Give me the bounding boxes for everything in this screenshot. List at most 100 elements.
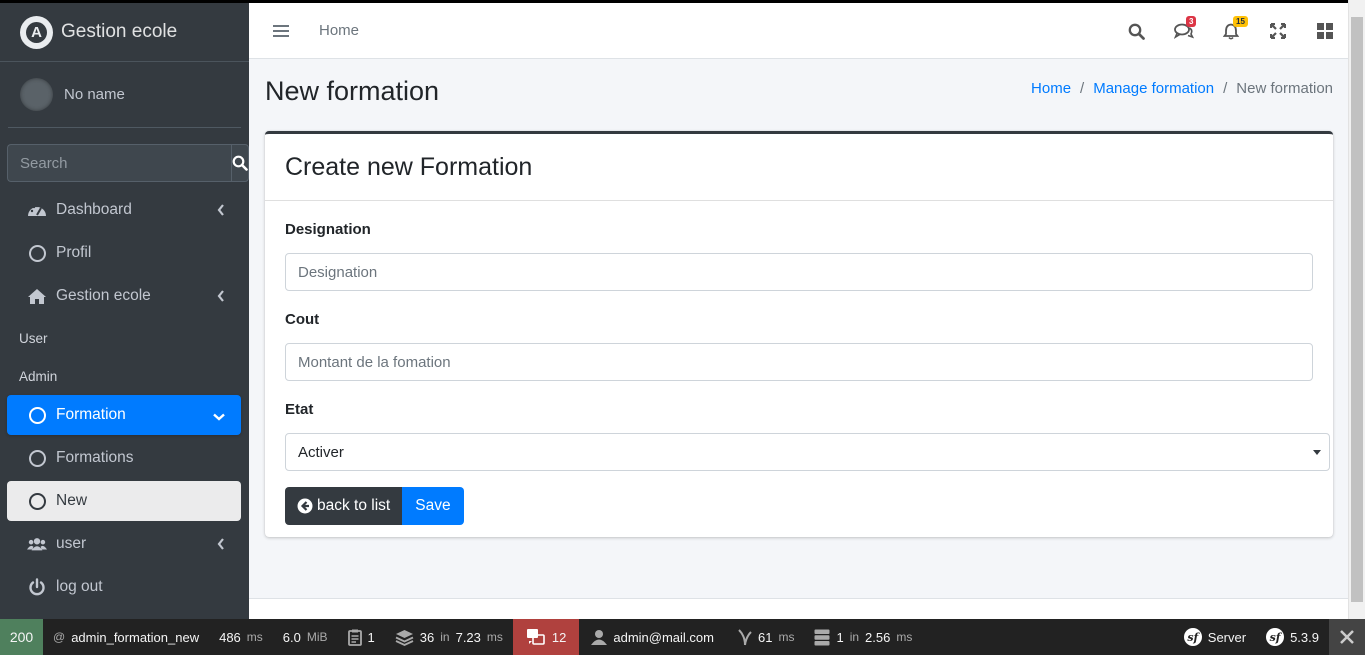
route-name: admin_formation_new bbox=[71, 629, 200, 645]
sf-version[interactable]: sf 5.3.9 bbox=[1256, 619, 1329, 655]
sf-translation[interactable]: 12 bbox=[512, 619, 580, 655]
sf-memory[interactable]: 6.0 MiB bbox=[273, 619, 338, 655]
etat-label: Etat bbox=[285, 401, 314, 418]
circle-icon bbox=[27, 492, 47, 510]
search-button[interactable] bbox=[231, 144, 249, 182]
breadcrumb-manage-formation-link[interactable]: Manage formation bbox=[1093, 80, 1214, 97]
etat-select[interactable]: Activer bbox=[285, 433, 1330, 471]
sidebar-item-label: Formations bbox=[56, 449, 134, 466]
expand-arrows-icon bbox=[1269, 23, 1286, 39]
user-icon bbox=[591, 630, 608, 645]
page-scrollbar[interactable] bbox=[1348, 0, 1365, 619]
close-icon bbox=[1340, 630, 1354, 644]
form-actions: back to list Save bbox=[285, 487, 1313, 525]
circle-icon bbox=[27, 244, 47, 262]
page-title: New formation bbox=[265, 76, 440, 106]
sidebar-item-formations[interactable]: Formations bbox=[7, 438, 241, 478]
sidebar: A Gestion ecole No name Dashboard Profil… bbox=[0, 0, 249, 619]
formation-form-card: Create new Formation Designation Designa… bbox=[265, 131, 1333, 537]
server-stack-icon bbox=[814, 629, 830, 645]
fullscreen-button[interactable] bbox=[1254, 3, 1301, 59]
designation-label: Designation bbox=[285, 221, 371, 238]
symfony-logo-icon: sf bbox=[1266, 628, 1285, 646]
brand-logo-icon: A bbox=[20, 15, 53, 49]
breadcrumb: Home / Manage formation / New formation bbox=[1031, 80, 1333, 97]
sidebar-item-dashboard[interactable]: Dashboard bbox=[7, 190, 241, 230]
breadcrumb-current: New formation bbox=[1236, 80, 1333, 97]
sf-database[interactable]: 36 in 7.23 ms bbox=[385, 619, 513, 655]
circle-icon bbox=[27, 406, 47, 424]
toolbar-close-button[interactable] bbox=[1329, 619, 1365, 655]
messages-button[interactable]: 3 bbox=[1160, 3, 1207, 59]
search-icon bbox=[232, 155, 248, 171]
breadcrumb-home-link[interactable]: Home bbox=[1031, 80, 1071, 97]
breadcrumb-separator: / bbox=[1223, 80, 1228, 97]
navbar-search-button[interactable] bbox=[1113, 3, 1160, 59]
sidebar-item-user[interactable]: user bbox=[7, 524, 241, 564]
sidebar-item-label: Formation bbox=[56, 406, 126, 423]
save-button[interactable]: Save bbox=[402, 487, 464, 525]
sidebar-item-label: Gestion ecole bbox=[56, 287, 151, 304]
circle-icon bbox=[27, 449, 47, 467]
sf-forms[interactable]: 1 bbox=[338, 619, 385, 655]
chevron-left-icon bbox=[217, 203, 225, 221]
sf-security[interactable]: admin@mail.com bbox=[579, 619, 724, 655]
sidebar-item-formation[interactable]: Formation bbox=[7, 395, 241, 435]
sidebar-item-logout[interactable]: log out bbox=[7, 567, 241, 607]
chevron-left-icon bbox=[217, 289, 225, 307]
search-input[interactable] bbox=[7, 144, 231, 182]
page-footer bbox=[249, 598, 1348, 619]
avatar[interactable] bbox=[20, 78, 53, 111]
top-navbar: Home 3 15 bbox=[249, 0, 1348, 59]
chevron-left-icon bbox=[217, 537, 225, 555]
designation-input[interactable]: Designation bbox=[285, 253, 1313, 291]
messages-badge: 3 bbox=[1186, 16, 1197, 27]
status-code[interactable]: 200 bbox=[0, 619, 43, 655]
back-to-list-button[interactable]: back to list bbox=[285, 487, 403, 525]
cout-input[interactable]: Montant de la fomation bbox=[285, 343, 1313, 381]
user-panel: No name bbox=[8, 62, 241, 128]
th-large-icon bbox=[1316, 23, 1333, 39]
sidebar-item-gestion-ecole[interactable]: Gestion ecole bbox=[7, 276, 241, 316]
translation-icon bbox=[526, 629, 545, 645]
search-icon bbox=[1128, 23, 1145, 40]
tachometer-icon bbox=[27, 202, 47, 218]
notifications-badge: 15 bbox=[1233, 16, 1248, 27]
nav-header-admin: Admin bbox=[19, 368, 58, 384]
content-header: New formation Home / Manage formation / … bbox=[265, 72, 1333, 112]
layers-icon bbox=[395, 629, 414, 646]
sf-server[interactable]: sf Server bbox=[1174, 619, 1256, 655]
form-icon bbox=[347, 629, 362, 646]
sf-route[interactable]: @ admin_formation_new bbox=[43, 619, 209, 655]
symfony-logo-icon: sf bbox=[1183, 628, 1202, 646]
twig-icon bbox=[738, 629, 752, 646]
notifications-button[interactable]: 15 bbox=[1207, 3, 1254, 59]
symfony-debug-toolbar: 200 @ admin_formation_new 486 ms 6.0 MiB 1 … bbox=[0, 619, 1365, 655]
arrow-circle-left-icon bbox=[297, 498, 313, 514]
cout-label: Cout bbox=[285, 311, 320, 328]
users-icon bbox=[27, 536, 47, 552]
sf-time[interactable]: 486 ms bbox=[209, 619, 273, 655]
card-body: Designation Designation Cout Montant de … bbox=[265, 201, 1333, 545]
nav-home-link[interactable]: Home bbox=[319, 22, 359, 39]
sidebar-item-profil[interactable]: Profil bbox=[7, 233, 241, 273]
user-name[interactable]: No name bbox=[64, 86, 125, 103]
breadcrumb-separator: / bbox=[1080, 80, 1085, 97]
brand-link[interactable]: A Gestion ecole bbox=[0, 3, 249, 62]
sidebar-item-label: New bbox=[56, 492, 88, 509]
sf-cache[interactable]: 1 in 2.56 ms bbox=[804, 619, 922, 655]
sidebar-item-label: user bbox=[56, 535, 87, 552]
etat-selected-value: Activer bbox=[298, 443, 344, 461]
menu-toggle-icon[interactable] bbox=[273, 24, 289, 37]
sidebar-item-new[interactable]: New bbox=[7, 481, 241, 521]
sidebar-item-label: Profil bbox=[56, 244, 92, 261]
sidebar-item-label: log out bbox=[56, 578, 103, 595]
caret-down-icon bbox=[1313, 450, 1321, 455]
sidebar-search bbox=[7, 144, 249, 182]
nav-header-user: User bbox=[19, 330, 48, 346]
control-sidebar-button[interactable] bbox=[1301, 3, 1348, 59]
sf-twig[interactable]: 61 ms bbox=[724, 619, 804, 655]
home-icon bbox=[27, 288, 47, 305]
back-to-list-label: back to list bbox=[317, 497, 391, 514]
card-title: Create new Formation bbox=[285, 152, 533, 181]
